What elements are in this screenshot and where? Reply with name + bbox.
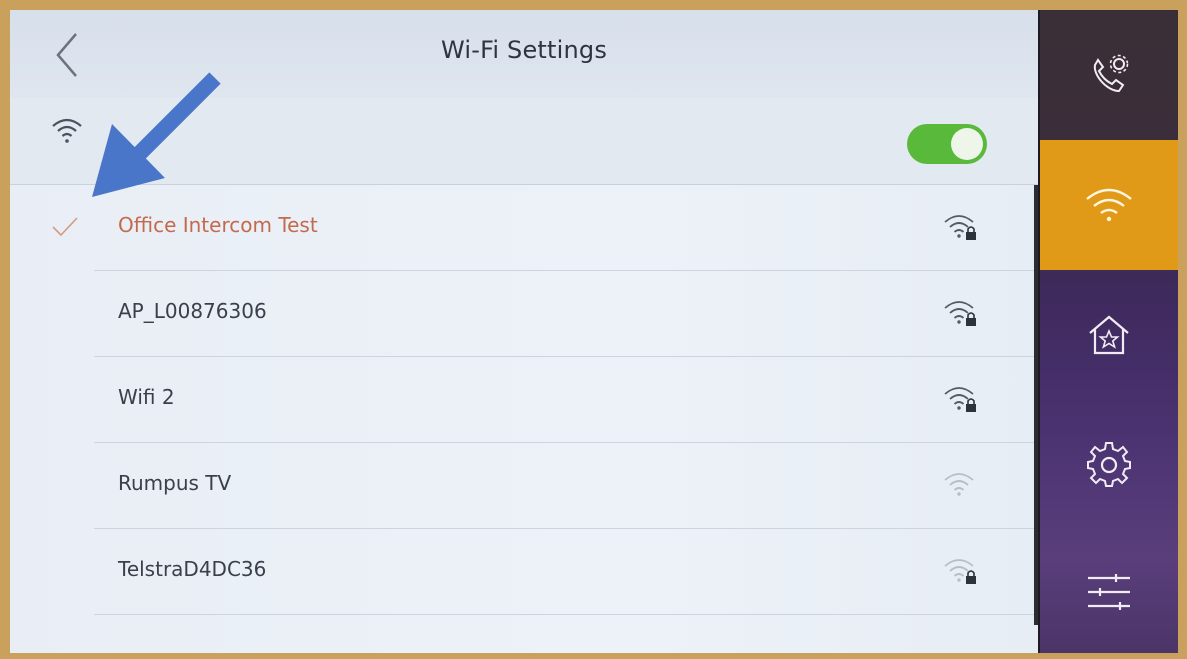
- wifi-settings-panel: Wi-Fi Settings Office Intercom Test AP_L0…: [10, 10, 1038, 653]
- sidebar-item-home[interactable]: [1040, 270, 1178, 400]
- phone-settings-icon: [1093, 54, 1129, 93]
- network-row[interactable]: Rumpus TV: [10, 443, 1038, 529]
- network-name: TelstraD4DC36: [118, 557, 267, 581]
- wifi-toggle-switch[interactable]: [907, 124, 987, 164]
- device-screen: Wi-Fi Settings Office Intercom Test AP_L0…: [10, 10, 1178, 653]
- network-list: Office Intercom Test AP_L00876306 Wifi 2 Ru…: [10, 185, 1038, 615]
- wifi-signal-icon: [944, 473, 974, 496]
- gear-icon: [1087, 442, 1131, 487]
- wifi-lock-icon: [944, 387, 976, 412]
- network-name: AP_L00876306: [118, 299, 267, 323]
- sidebar-item-wifi[interactable]: [1040, 140, 1178, 270]
- network-name: Rumpus TV: [118, 471, 232, 495]
- network-name: Wifi 2: [118, 385, 175, 409]
- scrollbar[interactable]: [1034, 185, 1038, 625]
- network-row[interactable]: Wifi 2: [10, 357, 1038, 443]
- home-star-icon: [1089, 315, 1129, 355]
- toggle-knob: [951, 128, 983, 160]
- annotation-arrow-icon: [92, 72, 221, 197]
- wifi-icon: [1086, 188, 1132, 222]
- sidebar: [1040, 10, 1178, 653]
- wifi-lock-icon: [944, 301, 976, 326]
- sidebar-item-call-settings[interactable]: [1040, 10, 1178, 140]
- sidebar-item-settings[interactable]: [1040, 400, 1178, 530]
- sliders-icon: [1088, 573, 1130, 610]
- network-row[interactable]: TelstraD4DC36: [10, 529, 1038, 615]
- wifi-icon: [52, 118, 82, 143]
- wifi-lock-icon: [944, 215, 976, 240]
- page-title: Wi-Fi Settings: [440, 36, 608, 64]
- sidebar-item-adjustments[interactable]: [1040, 530, 1178, 653]
- network-name: Office Intercom Test: [118, 213, 318, 237]
- wifi-lock-icon: [944, 559, 976, 584]
- row-divider: [94, 614, 1038, 615]
- checkmark-icon: [52, 217, 78, 237]
- network-row[interactable]: AP_L00876306: [10, 271, 1038, 357]
